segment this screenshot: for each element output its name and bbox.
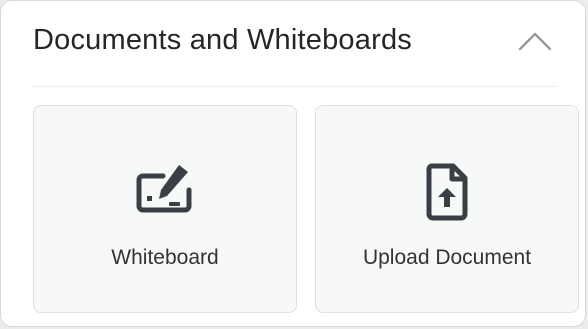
panel-title: Documents and Whiteboards (33, 24, 412, 56)
documents-whiteboards-panel: Documents and Whiteboards Whiteboard Upl… (0, 0, 586, 327)
upload-document-card[interactable]: Upload Document (315, 105, 579, 313)
upload-document-icon (415, 160, 479, 224)
whiteboard-label: Whiteboard (111, 246, 219, 269)
card-list: Whiteboard Upload Document (33, 105, 579, 313)
whiteboard-card[interactable]: Whiteboard (33, 105, 297, 313)
panel-header: Documents and Whiteboards (33, 1, 557, 87)
chevron-up-icon[interactable] (513, 19, 557, 63)
upload-document-label: Upload Document (362, 246, 532, 269)
whiteboard-icon (133, 160, 197, 224)
